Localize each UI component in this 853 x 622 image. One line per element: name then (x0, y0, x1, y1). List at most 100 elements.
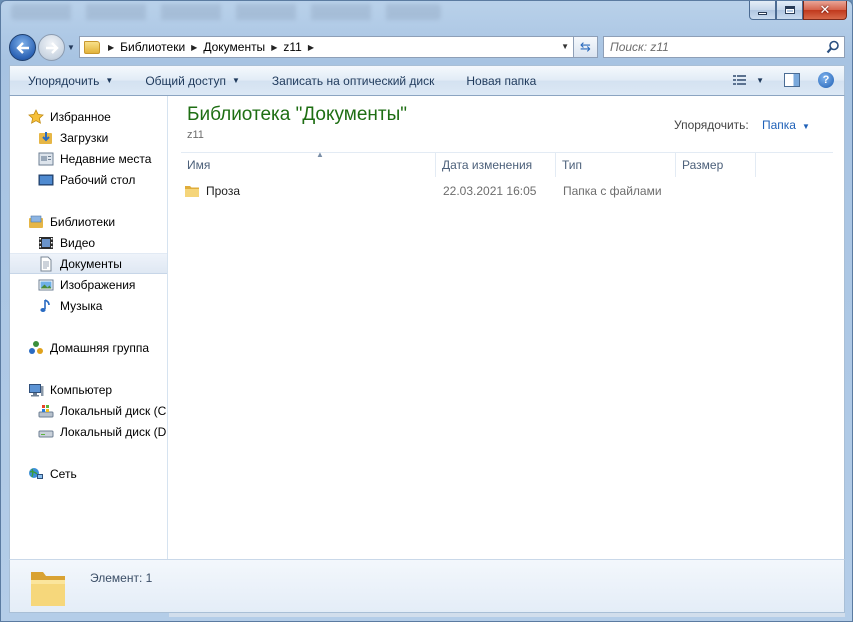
sidebar-favorites[interactable]: Избранное (10, 106, 167, 127)
horizontal-scrollbar[interactable] (169, 613, 845, 617)
sidebar-item-label: Рабочий стол (60, 172, 136, 187)
column-name[interactable]: Имя (181, 153, 436, 177)
title-bar-blurred-content (11, 4, 441, 20)
arrow-left-icon (15, 41, 29, 54)
organize-button[interactable]: Упорядочить ▼ (10, 66, 127, 95)
folder-icon (185, 186, 199, 197)
breadcrumb-chevron-icon[interactable]: ▶ (308, 43, 314, 52)
sidebar-libraries-label: Библиотеки (50, 214, 116, 229)
breadcrumb-chevron-icon[interactable]: ▶ (271, 43, 277, 52)
libraries-icon (29, 215, 43, 228)
search-box[interactable] (603, 36, 845, 58)
sidebar-item-music[interactable]: Музыка (10, 295, 167, 316)
arrange-by-dropdown[interactable]: Папка ▼ (762, 118, 810, 132)
sidebar-network-label: Сеть (50, 466, 77, 481)
breadcrumb-chevron-icon[interactable]: ▶ (108, 43, 114, 52)
file-type: Папка с файлами (563, 184, 662, 198)
file-date-modified: 22.03.2021 16:05 (443, 184, 537, 198)
sidebar-item-label: Локальный диск (C:) (60, 403, 168, 418)
network-icon (29, 467, 43, 479)
pictures-library-icon (38, 279, 54, 290)
burn-to-disc-button[interactable]: Записать на оптический диск (254, 66, 449, 95)
sidebar-libraries[interactable]: Библиотеки (10, 211, 167, 232)
burn-to-disc-label: Записать на оптический диск (271, 73, 435, 88)
sidebar-item-documents[interactable]: Документы (10, 253, 167, 274)
star-icon (28, 108, 44, 124)
breadcrumb-z11[interactable]: z11 (283, 40, 301, 54)
sidebar-network[interactable]: Сеть (10, 463, 167, 484)
change-view-icon[interactable] (732, 73, 748, 87)
details-pane: Элемент: 1 (9, 559, 845, 613)
drive-icon (38, 430, 54, 437)
arrow-right-icon (45, 41, 59, 54)
sidebar-item-label: Загрузки (60, 130, 109, 145)
navigation-pane: Избранное Загрузки Недавние места Рабочи… (10, 96, 168, 559)
share-with-button[interactable]: Общий доступ ▼ (127, 66, 254, 95)
sidebar-item-downloads[interactable]: Загрузки (10, 127, 167, 148)
close-icon: ✕ (819, 2, 831, 18)
address-history-dropdown[interactable]: ▼ (561, 42, 569, 51)
file-name: Проза (206, 184, 241, 198)
table-row[interactable]: Проза 22.03.2021 16:05 Папка с файлами (181, 180, 833, 202)
sidebar-item-label: Локальный диск (D:) (60, 424, 168, 439)
maximize-button[interactable] (776, 1, 803, 20)
search-icon[interactable] (826, 40, 840, 54)
command-bar: Упорядочить ▼ Общий доступ ▼ Записать на о… (9, 65, 845, 96)
sidebar-item-drive-c[interactable]: Локальный диск (C:) (10, 400, 168, 421)
sidebar-item-label: Музыка (60, 298, 103, 313)
refresh-icon: ⇆ (580, 39, 591, 54)
preview-pane-icon[interactable] (784, 73, 800, 87)
forward-button[interactable] (38, 34, 65, 61)
back-button[interactable] (9, 34, 36, 61)
file-name-cell: Проза (184, 180, 240, 202)
refresh-button[interactable]: ⇆ (574, 36, 598, 58)
column-type-label: Тип (562, 158, 583, 172)
column-name-label: Имя (187, 158, 211, 172)
breadcrumb-documents[interactable]: Документы (203, 40, 265, 54)
sidebar-favorites-label: Избранное (50, 109, 111, 124)
breadcrumb-chevron-icon[interactable]: ▶ (191, 43, 197, 52)
column-date-modified-label: Дата изменения (442, 158, 533, 172)
desktop-icon (38, 174, 54, 185)
minimize-button[interactable] (749, 1, 776, 20)
video-library-icon (39, 236, 53, 249)
new-folder-label: Новая папка (466, 73, 537, 88)
dropdown-arrow-icon: ▼ (231, 76, 240, 85)
sidebar-homegroup[interactable]: Домашняя группа (10, 337, 167, 358)
help-icon[interactable]: ? (818, 72, 834, 88)
caption-buttons: ✕ (749, 1, 847, 20)
column-type[interactable]: Тип (556, 153, 676, 177)
title-bar[interactable]: ✕ (1, 1, 852, 31)
sidebar-item-desktop[interactable]: Рабочий стол (10, 169, 167, 190)
maximize-icon (784, 6, 795, 14)
dropdown-arrow-icon: ▼ (801, 122, 810, 131)
view-options-dropdown[interactable]: ▼ (756, 76, 764, 85)
sidebar-item-recent-places[interactable]: Недавние места (10, 148, 167, 169)
sidebar-item-video[interactable]: Видео (10, 232, 167, 253)
sidebar-computer[interactable]: Компьютер (10, 379, 167, 400)
column-date-modified[interactable]: Дата изменения (436, 153, 556, 177)
computer-icon (29, 383, 44, 396)
library-title: Библиотека "Документы" (187, 104, 408, 125)
close-button[interactable]: ✕ (803, 1, 847, 20)
sidebar-item-pictures[interactable]: Изображения (10, 274, 167, 295)
sidebar-computer-label: Компьютер (50, 382, 113, 397)
search-input[interactable] (604, 37, 814, 57)
homegroup-icon (29, 340, 43, 354)
folder-icon (31, 572, 65, 606)
music-library-icon (40, 298, 50, 312)
breadcrumb-libraries[interactable]: Библиотеки (120, 40, 185, 54)
minimize-icon (758, 11, 767, 15)
sidebar-item-label: Недавние места (60, 151, 152, 166)
recent-pages-dropdown[interactable]: ▼ (67, 43, 75, 52)
toolbar-right: ▼ ? (732, 72, 834, 88)
sidebar-item-label: Документы (60, 256, 122, 271)
sidebar-item-drive-d[interactable]: Локальный диск (D:) (10, 421, 168, 442)
new-folder-button[interactable]: Новая папка (448, 66, 550, 95)
column-size[interactable]: Размер (676, 153, 756, 177)
explorer-window: ✕ ▼ ▶ Библиотеки ▶ Документы ▶ z11 ▶ ▼ ⇆… (0, 0, 853, 622)
recent-places-icon (38, 152, 54, 165)
file-list-pane: Библиотека "Документы" z11 Упорядочить: … (169, 96, 844, 559)
content-area: Избранное Загрузки Недавние места Рабочи… (9, 96, 845, 559)
address-bar[interactable]: ▶ Библиотеки ▶ Документы ▶ z11 ▶ ▼ (79, 36, 574, 58)
